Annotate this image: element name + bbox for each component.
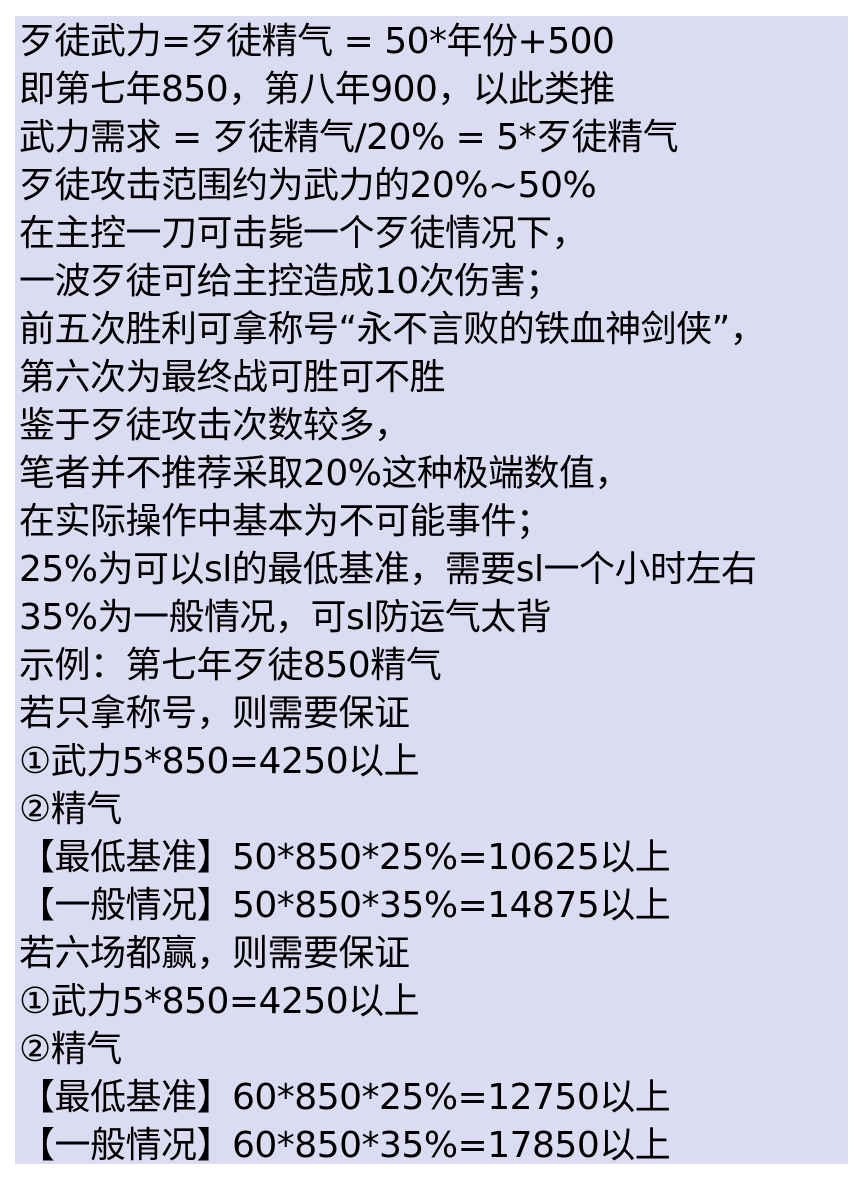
text-line-impossible-event: 在实际操作中基本为不可能事件； xyxy=(19,501,552,542)
text-line-attack-count-note: 鉴于歹徒攻击次数较多， xyxy=(19,405,410,446)
text-line-formula-power: 歹徒武力=歹徒精气 = 50*年份+500 xyxy=(19,21,615,62)
text-line-final-battle: 第六次为最终战可胜可不胜 xyxy=(19,357,446,398)
text-line-power-requirement: 武力需求 = 歹徒精气/20% = 5*歹徒精气 xyxy=(19,117,679,158)
text-line-yearly-example: 即第七年850，第八年900，以此类推 xyxy=(19,69,615,110)
note-panel: 歹徒武力=歹徒精气 = 50*年份+500 即第七年850，第八年900，以此类… xyxy=(15,16,848,1164)
text-line-six-wins-condition: 若六场都赢，则需要保证 xyxy=(19,933,410,974)
text-line-title-reward: 前五次胜利可拿称号“永不言败的铁血神剑侠”， xyxy=(19,309,766,350)
text-line-title-min-baseline: 【最低基准】50*850*25%=10625以上 xyxy=(19,837,671,878)
text-line-damage-count: 一波歹徒可给主控造成10次伤害； xyxy=(19,261,561,302)
text-line-title-normal-case: 【一般情况】50*850*35%=14875以上 xyxy=(19,885,671,926)
text-line-six-wins-energy: ②精气 xyxy=(19,1029,122,1070)
text-line-example-heading: 示例：第七年歹徒850精气 xyxy=(19,645,442,686)
text-line-title-energy: ②精气 xyxy=(19,789,122,830)
text-line-six-wins-normal-case: 【一般情况】60*850*35%=17850以上 xyxy=(19,1125,671,1164)
text-line-not-recommended: 笔者并不推荐采取20%这种极端数值， xyxy=(19,453,631,494)
text-line-six-wins-min-baseline: 【最低基准】60*850*25%=12750以上 xyxy=(19,1077,671,1118)
text-line-25-percent-baseline: 25%为可以sl的最低基准，需要sl一个小时左右 xyxy=(19,549,757,590)
text-line-title-power: ①武力5*850=4250以上 xyxy=(19,741,420,782)
text-line-attack-range: 歹徒攻击范围约为武力的20%~50% xyxy=(19,165,597,206)
text-line-six-wins-power: ①武力5*850=4250以上 xyxy=(19,981,420,1022)
text-line-one-hit-condition: 在主控一刀可击毙一个歹徒情况下， xyxy=(19,213,588,254)
text-line-title-only-condition: 若只拿称号，则需要保证 xyxy=(19,693,410,734)
text-line-35-percent-normal: 35%为一般情况，可sl防运气太背 xyxy=(19,597,552,638)
